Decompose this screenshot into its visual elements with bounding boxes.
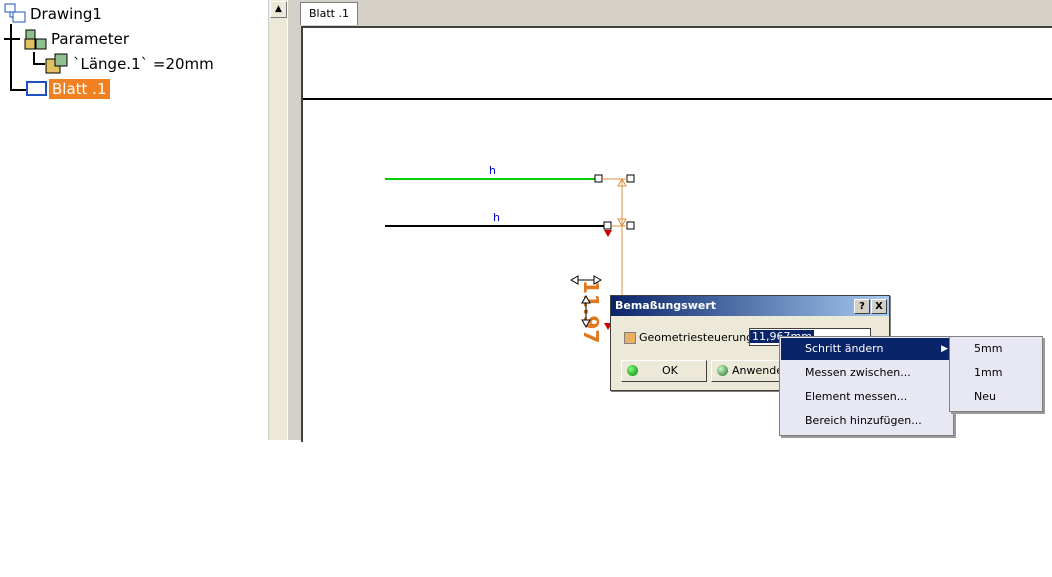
- dialog-titlebar[interactable]: Bemaßungswert ? X: [611, 296, 889, 316]
- apply-label: Anwenden: [732, 364, 782, 377]
- dimension-handle[interactable]: [626, 221, 635, 230]
- dialog-title: Bemaßungswert: [615, 299, 717, 312]
- menu-item-add-range[interactable]: Bereich hinzufügen...: [781, 410, 952, 432]
- ok-icon: [627, 365, 638, 376]
- dimension-handle[interactable]: [626, 174, 635, 183]
- submenu-item-5mm[interactable]: 5mm: [951, 338, 1041, 360]
- submenu-item-label: Neu: [974, 390, 996, 403]
- submenu-item-new[interactable]: Neu: [951, 386, 1041, 408]
- red-marker-icon: [604, 230, 612, 237]
- menu-item-label: Element messen...: [805, 390, 908, 403]
- line2-label: h: [493, 211, 500, 224]
- submenu-item-label: 5mm: [974, 342, 1003, 355]
- submenu-item-1mm[interactable]: 1mm: [951, 362, 1041, 384]
- step-submenu: 5mm 1mm Neu: [949, 336, 1043, 412]
- dimension-text[interactable]: 11.97: [579, 280, 603, 343]
- close-button[interactable]: X: [871, 299, 887, 314]
- line1-handle[interactable]: [594, 174, 603, 183]
- geometry-drive-label: Geometriesteuerung: [639, 331, 754, 344]
- menu-item-change-step[interactable]: Schritt ändern ▶: [781, 338, 952, 360]
- menu-item-measure-element[interactable]: Element messen...: [781, 386, 952, 408]
- geometry-drive-checkbox[interactable]: [624, 332, 636, 344]
- line1-label: h: [489, 164, 496, 177]
- menu-item-label: Bereich hinzufügen...: [805, 414, 922, 427]
- context-menu: Schritt ändern ▶ Messen zwischen... Elem…: [779, 336, 954, 436]
- ok-button[interactable]: OK: [621, 360, 707, 382]
- help-button[interactable]: ?: [854, 299, 870, 314]
- menu-item-label: Schritt ändern: [805, 342, 884, 355]
- submenu-item-label: 1mm: [974, 366, 1003, 379]
- line2-handle[interactable]: [603, 221, 612, 230]
- ok-label: OK: [662, 364, 678, 377]
- menu-item-measure-between[interactable]: Messen zwischen...: [781, 362, 952, 384]
- apply-icon: [717, 365, 728, 376]
- submenu-arrow-icon: ▶: [941, 344, 948, 354]
- menu-item-label: Messen zwischen...: [805, 366, 911, 379]
- apply-button[interactable]: Anwenden: [711, 360, 783, 382]
